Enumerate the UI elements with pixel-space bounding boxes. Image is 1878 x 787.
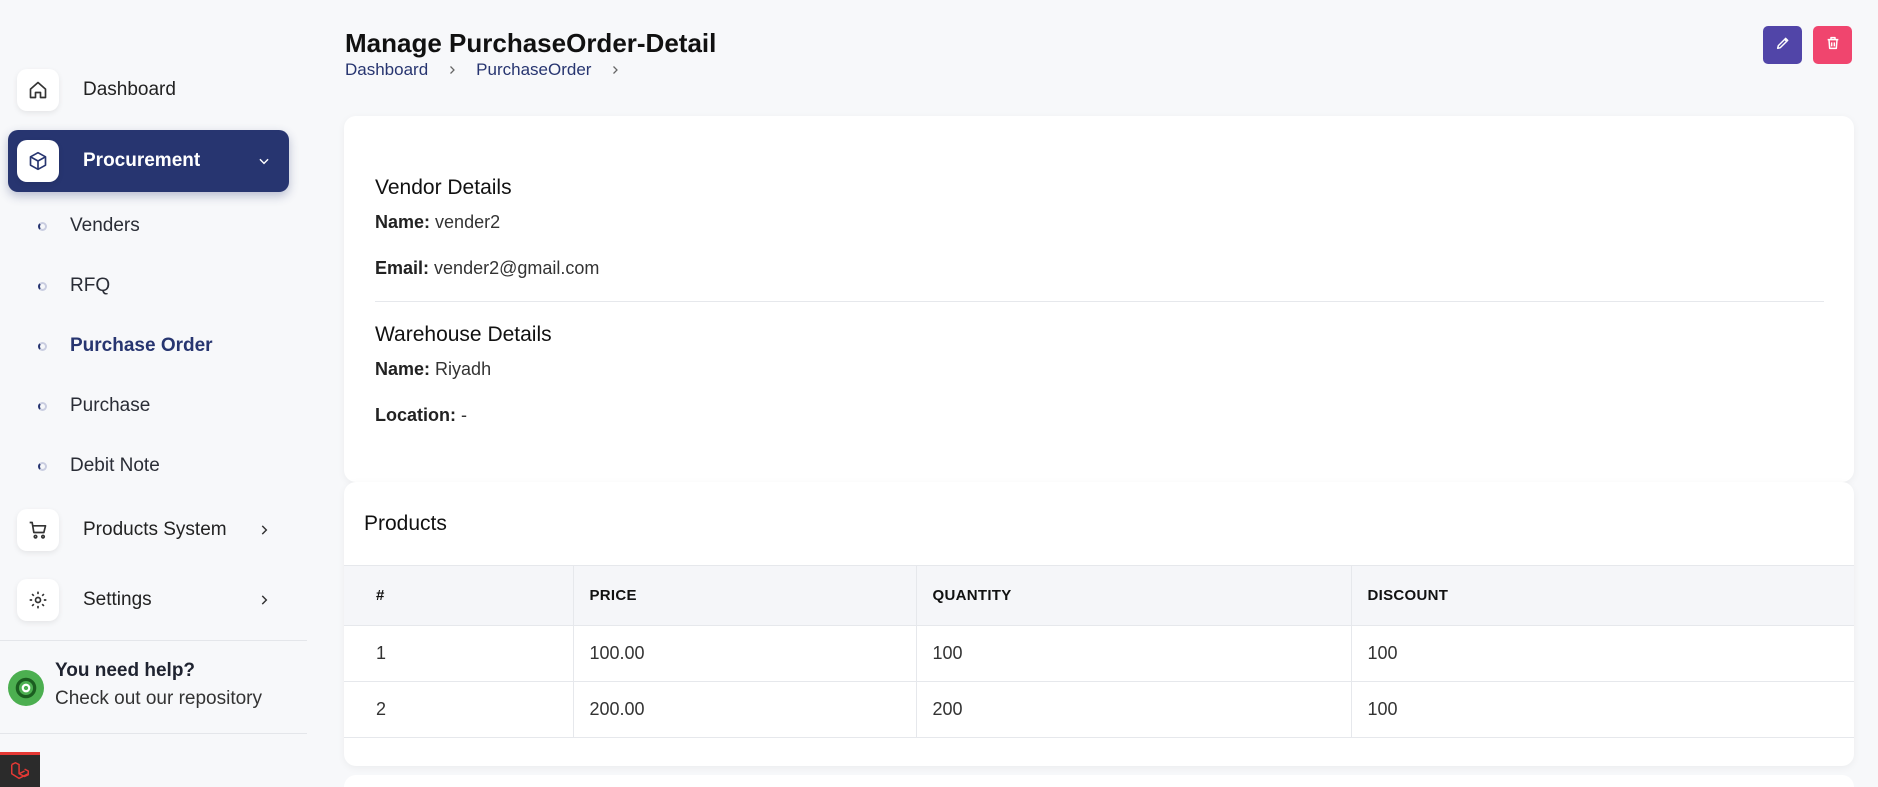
laravel-logo-icon (0, 752, 40, 787)
bullet-icon (38, 461, 47, 471)
sidebar-subitem-rfq[interactable]: RFQ (38, 271, 110, 301)
pencil-icon (1775, 35, 1791, 56)
breadcrumb-dashboard[interactable]: Dashboard (345, 60, 428, 80)
sidebar: Dashboard Procurement Venders RFQ Purcha… (0, 0, 307, 787)
chevron-down-icon (257, 154, 271, 168)
sidebar-item-settings[interactable]: Settings (8, 569, 289, 631)
trash-icon (1825, 35, 1841, 56)
cell-price: 100.00 (572, 625, 917, 682)
cell-discount: 100 (1350, 681, 1854, 738)
table-row: 2 200.00 200 100 (344, 681, 1854, 738)
delete-button[interactable] (1813, 26, 1852, 64)
sidebar-item-label: Settings (83, 589, 152, 610)
sidebar-divider (0, 640, 307, 641)
products-card: Products # PRICE QUANTITY DISCOUNT 1 100… (344, 482, 1854, 766)
table-header-row: # PRICE QUANTITY DISCOUNT (344, 565, 1854, 626)
sidebar-divider (0, 733, 307, 734)
sidebar-subitem-purchase[interactable]: Purchase (38, 391, 150, 421)
cell-number: 1 (344, 625, 574, 682)
bullet-icon (38, 401, 47, 411)
chevron-right-icon (446, 64, 458, 76)
bullet-icon (38, 221, 47, 231)
column-header-quantity: QUANTITY (915, 565, 1352, 626)
sidebar-item-products-system[interactable]: Products System (8, 499, 289, 561)
details-divider (375, 301, 1824, 302)
bullet-icon (38, 341, 47, 351)
page-title: Manage PurchaseOrder-Detail (345, 28, 717, 58)
warehouse-name-field: Name: Riyadh (375, 359, 491, 380)
column-header-number: # (344, 565, 574, 626)
help-box[interactable]: You need help? Check out our repository (8, 660, 262, 710)
cell-quantity: 200 (915, 681, 1352, 738)
warehouse-location-field: Location: - (375, 405, 467, 426)
sidebar-subitem-debit-note[interactable]: Debit Note (38, 451, 160, 481)
vendor-email-key: Email: (375, 258, 430, 278)
column-header-price: PRICE (572, 565, 917, 626)
warehouse-location-value: - (461, 405, 468, 425)
breadcrumb: Dashboard PurchaseOrder (345, 60, 639, 80)
vendor-email-field: Email: vender2@gmail.com (375, 258, 599, 279)
table-row: 1 100.00 100 100 (344, 625, 1854, 682)
vendor-name-field: Name: vender2 (375, 212, 500, 233)
sidebar-item-procurement[interactable]: Procurement (8, 130, 289, 192)
sidebar-item-label: Procurement (83, 150, 201, 171)
products-table: # PRICE QUANTITY DISCOUNT 1 100.00 100 1… (344, 565, 1854, 738)
vendor-email-value: vender2@gmail.com (434, 258, 600, 278)
column-header-discount: DISCOUNT (1350, 565, 1854, 626)
chevron-right-icon (257, 523, 271, 537)
lifebuoy-icon (8, 670, 44, 706)
sidebar-subitem-label: Purchase (70, 395, 151, 416)
sidebar-subitem-label: Venders (70, 215, 140, 236)
home-icon (17, 69, 59, 111)
vendor-name-value: vender2 (435, 212, 501, 232)
cell-quantity: 100 (915, 625, 1352, 682)
vendor-name-key: Name: (375, 212, 431, 232)
warehouse-name-key: Name: (375, 359, 431, 379)
cube-icon (17, 140, 59, 182)
help-link[interactable]: Check out our repository (55, 688, 262, 710)
sidebar-subitem-label: RFQ (70, 275, 111, 296)
breadcrumb-purchaseorder[interactable]: PurchaseOrder (476, 60, 591, 80)
cell-discount: 100 (1350, 625, 1854, 682)
sidebar-item-label: Dashboard (83, 79, 176, 100)
warehouse-location-key: Location: (375, 405, 456, 425)
help-title: You need help? (55, 660, 196, 681)
cell-price: 200.00 (572, 681, 917, 738)
edit-button[interactable] (1763, 26, 1802, 64)
warehouse-details-title: Warehouse Details (375, 323, 552, 346)
sidebar-subitem-purchase-order[interactable]: Purchase Order (38, 331, 213, 361)
chevron-right-icon (609, 64, 621, 76)
warehouse-name-value: Riyadh (435, 359, 492, 379)
sidebar-subitem-venders[interactable]: Venders (38, 211, 140, 241)
sidebar-subitem-label: Debit Note (70, 455, 160, 476)
cart-icon (17, 509, 59, 551)
gear-icon (17, 579, 59, 621)
details-card: Vendor Details Name: vender2 Email: vend… (344, 116, 1854, 482)
chevron-right-icon (257, 593, 271, 607)
bullet-icon (38, 281, 47, 291)
cell-number: 2 (344, 681, 574, 738)
products-title: Products (364, 512, 447, 535)
sidebar-item-label: Products System (83, 519, 227, 540)
vendor-details-title: Vendor Details (375, 176, 512, 199)
next-card-edge (344, 775, 1854, 787)
sidebar-item-dashboard[interactable]: Dashboard (8, 59, 289, 121)
sidebar-subitem-label: Purchase Order (70, 335, 213, 356)
